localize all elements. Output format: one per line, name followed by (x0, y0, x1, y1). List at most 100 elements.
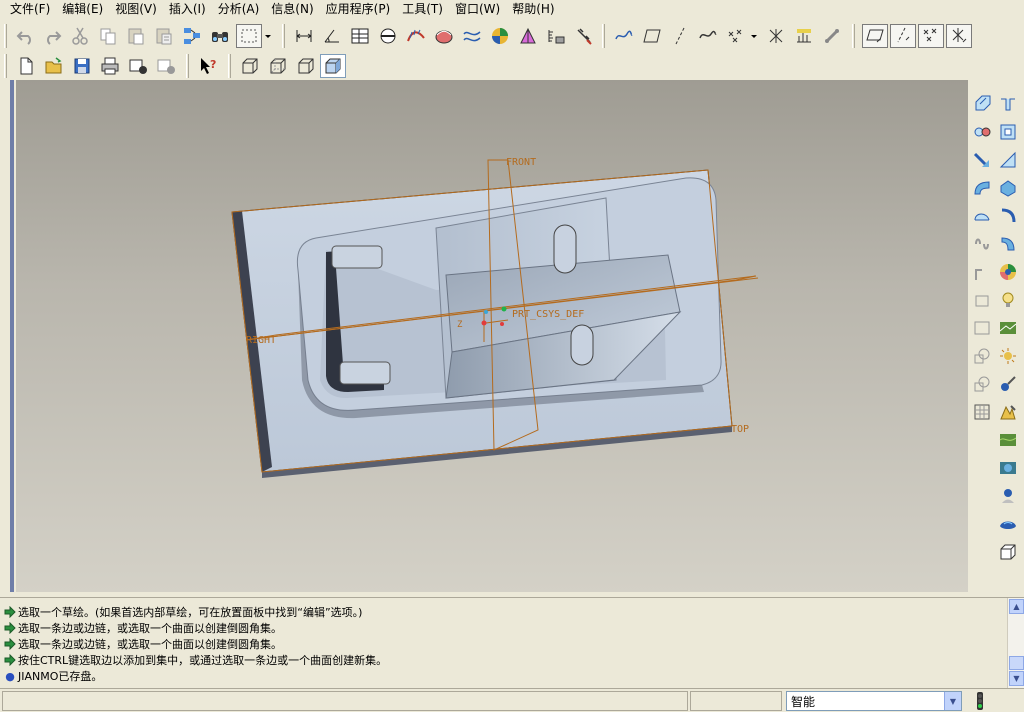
toolbar-grip[interactable] (852, 24, 855, 48)
graphics-window[interactable]: FRONT RIGHT TOP PRT_CSYS_DEF Z (16, 80, 968, 592)
datum-axis-display-icon[interactable] (668, 24, 692, 48)
csys-label[interactable]: PRT_CSYS_DEF (512, 309, 584, 320)
section-icon[interactable] (376, 24, 400, 48)
round-icon[interactable] (970, 288, 994, 312)
menu-help[interactable]: 帮助(H) (506, 1, 560, 18)
plane-tag-icon[interactable] (862, 24, 888, 48)
intersect-icon[interactable] (970, 400, 994, 424)
reflection-icon[interactable] (544, 24, 568, 48)
new-icon[interactable] (14, 54, 38, 78)
shell-icon[interactable] (996, 232, 1020, 256)
thicken-icon[interactable] (996, 316, 1020, 340)
paste-special-icon[interactable] (152, 24, 176, 48)
draft-icon[interactable] (996, 260, 1020, 284)
menu-analysis[interactable]: 分析(A) (212, 1, 266, 18)
toolbar-grip[interactable] (186, 54, 189, 78)
menu-tools[interactable]: 工具(T) (396, 1, 449, 18)
toolbar-grip[interactable] (4, 54, 7, 78)
saved-analysis-icon[interactable] (572, 24, 596, 48)
angle-measure-icon[interactable] (320, 24, 344, 48)
shaded-curvature-icon[interactable] (432, 24, 456, 48)
regenerate-icon[interactable] (180, 24, 204, 48)
scroll-down-button[interactable]: ▼ (1009, 671, 1024, 686)
scroll-up-button[interactable]: ▲ (1009, 599, 1024, 614)
email-icon[interactable] (126, 54, 150, 78)
model-view[interactable] (16, 80, 968, 592)
datum-label-right[interactable]: RIGHT (246, 335, 276, 346)
menu-window[interactable]: 窗口(W) (449, 1, 506, 18)
copy-icon[interactable] (96, 24, 120, 48)
select-dropdown-icon[interactable] (262, 24, 274, 48)
sketch-icon[interactable] (970, 148, 994, 172)
redo-icon[interactable] (40, 24, 64, 48)
axis-tag-icon[interactable] (890, 24, 916, 48)
context-help-icon[interactable]: ? (196, 54, 220, 78)
message-scrollbar[interactable]: ▲ ▼ (1007, 598, 1024, 688)
hole-icon[interactable] (970, 232, 994, 256)
datum-plane-display-icon[interactable] (640, 24, 664, 48)
slope-icon[interactable] (516, 24, 540, 48)
draft-analysis-icon[interactable] (488, 24, 512, 48)
spotlight-icon[interactable] (996, 512, 1020, 536)
chevron-down-icon[interactable]: ▼ (944, 692, 961, 710)
offset-icon[interactable] (970, 316, 994, 340)
datum-curve-icon[interactable] (696, 24, 720, 48)
toolbar-grip[interactable] (228, 54, 231, 78)
menu-insert[interactable]: 插入(I) (163, 1, 212, 18)
mirror-icon[interactable] (970, 372, 994, 396)
hidden-line-icon[interactable] (266, 54, 290, 78)
toolbar-grip[interactable] (4, 24, 7, 48)
no-hidden-icon[interactable] (294, 54, 318, 78)
appearance-icon[interactable] (996, 400, 1020, 424)
scene-icon[interactable] (996, 484, 1020, 508)
select-box-icon[interactable] (236, 24, 262, 48)
pattern-icon[interactable] (996, 344, 1020, 368)
cut-icon[interactable] (68, 24, 92, 48)
paste-icon[interactable] (124, 24, 148, 48)
revolve-icon[interactable] (996, 176, 1020, 200)
shading-icon[interactable] (320, 54, 346, 78)
datum-csys-display-icon[interactable] (764, 24, 788, 48)
email-link-icon[interactable] (154, 54, 178, 78)
blend-icon[interactable] (996, 204, 1020, 228)
curvature-icon[interactable] (404, 24, 428, 48)
datum-axis-icon[interactable] (996, 92, 1020, 116)
rib-icon[interactable] (970, 260, 994, 284)
undo-icon[interactable] (14, 24, 38, 48)
menu-view[interactable]: 视图(V) (109, 1, 163, 18)
analysis-feature-icon[interactable] (996, 148, 1020, 172)
datum-plane-icon[interactable] (970, 92, 994, 116)
extrude-icon[interactable] (970, 176, 994, 200)
annotation-display-icon[interactable] (792, 24, 816, 48)
dimension-icon[interactable] (292, 24, 316, 48)
menu-edit[interactable]: 编辑(E) (56, 1, 109, 18)
datum-label-top[interactable]: TOP (731, 424, 749, 435)
room-icon[interactable] (996, 456, 1020, 480)
datum-csys-icon[interactable] (996, 120, 1020, 144)
csys-tag-icon[interactable] (946, 24, 972, 48)
datum-point-icon[interactable] (970, 120, 994, 144)
point-tag-icon[interactable] (918, 24, 944, 48)
merge-icon[interactable] (996, 372, 1020, 396)
model-tree-collapsed-strip[interactable] (0, 80, 16, 592)
toolbar-grip[interactable] (602, 24, 605, 48)
open-icon[interactable] (42, 54, 66, 78)
wireframe-icon[interactable] (238, 54, 262, 78)
find-icon[interactable] (208, 24, 232, 48)
selection-filter-select[interactable]: 智能 ▼ (786, 691, 962, 711)
datum-point-display-icon[interactable] (724, 24, 748, 48)
menu-applications[interactable]: 应用程序(P) (320, 1, 397, 18)
save-icon[interactable] (70, 54, 94, 78)
menu-file[interactable]: 文件(F) (4, 1, 56, 18)
render-light-icon[interactable] (996, 428, 1020, 452)
sweep-icon[interactable] (970, 204, 994, 228)
table-icon[interactable] (348, 24, 372, 48)
cube-icon[interactable] (996, 540, 1020, 564)
datum-label-front[interactable]: FRONT (506, 157, 536, 168)
scroll-thumb[interactable] (1009, 656, 1024, 670)
chamfer-icon[interactable] (996, 288, 1020, 312)
menu-info[interactable]: 信息(N) (265, 1, 319, 18)
copy-feature-icon[interactable] (970, 344, 994, 368)
toolbar-grip[interactable] (282, 24, 285, 48)
datum-curve-display-icon[interactable] (612, 24, 636, 48)
